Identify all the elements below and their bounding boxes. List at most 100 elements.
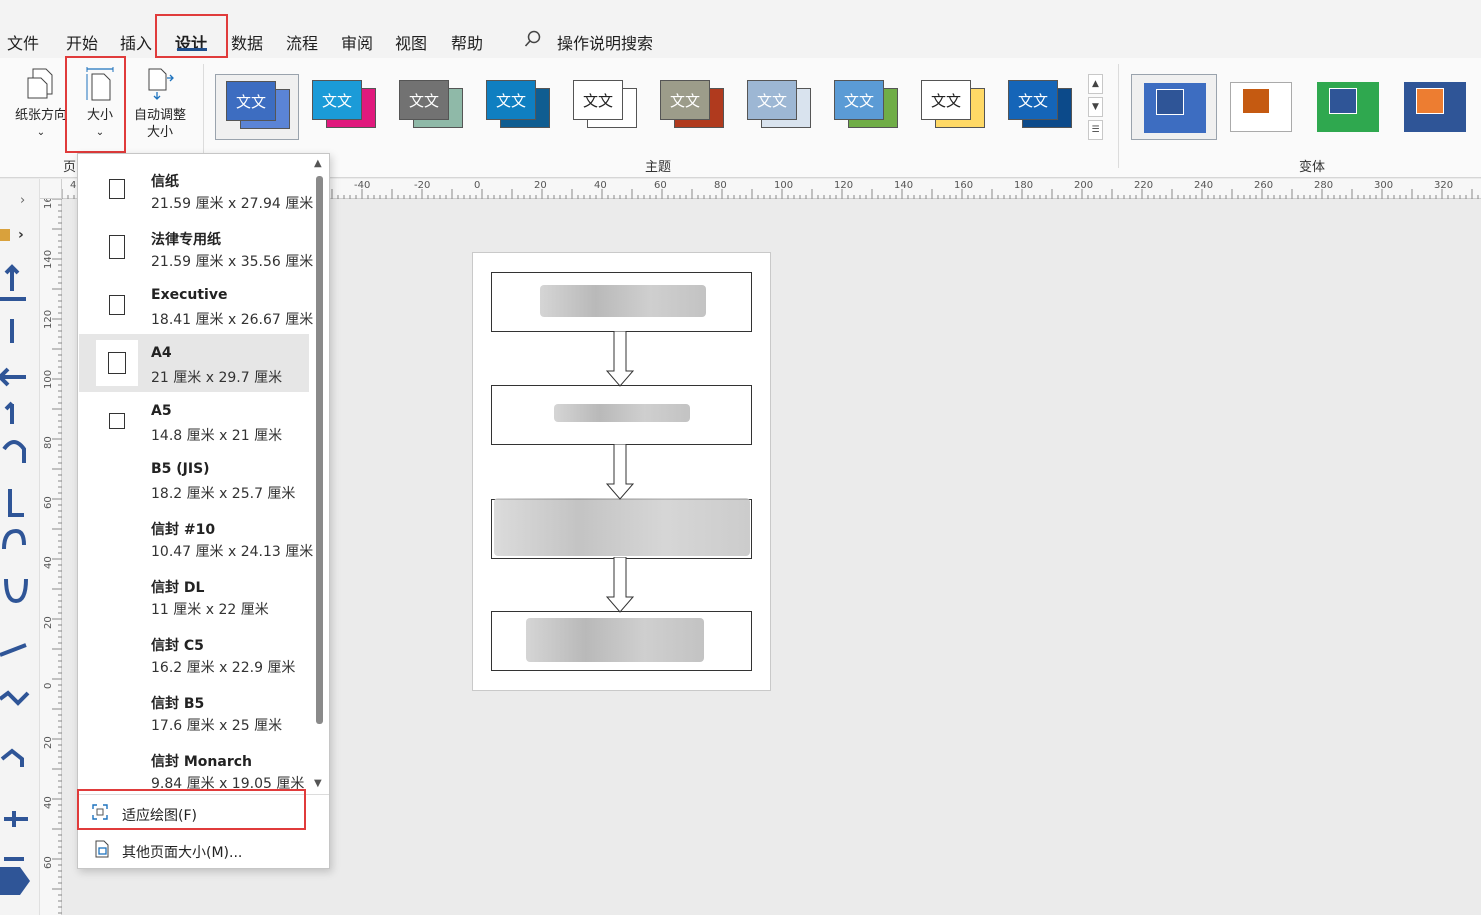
tab-view[interactable]: 视图 bbox=[395, 30, 427, 54]
flow-arrow-icon bbox=[605, 331, 635, 387]
variant-tile[interactable] bbox=[1305, 74, 1391, 140]
tab-review[interactable]: 审阅 bbox=[341, 30, 373, 54]
shapes-panel: › › bbox=[0, 179, 40, 915]
page-size-name: 法律专用纸 bbox=[151, 232, 221, 248]
stencil-icon bbox=[0, 229, 10, 241]
page-size-item[interactable]: 信封 B5 17.6 厘米 x 25 厘米 bbox=[79, 682, 309, 740]
variant-tile[interactable] bbox=[1218, 74, 1304, 140]
connector-shapes-icon[interactable] bbox=[0, 259, 32, 899]
highlight-box-design-tab bbox=[155, 14, 228, 58]
gallery-scroll-down-icon[interactable]: ▼ bbox=[1088, 97, 1103, 117]
variant-accent-swatch bbox=[1156, 89, 1184, 115]
theme-tile[interactable]: 文文 bbox=[650, 74, 734, 140]
theme-preview-text: 文文 bbox=[747, 80, 797, 120]
flowchart-box[interactable] bbox=[491, 498, 752, 559]
autosize-label-2: 大小 bbox=[146, 125, 173, 140]
theme-preview-text: 文文 bbox=[226, 81, 276, 121]
page-size-item[interactable]: 信封 C5 16.2 厘米 x 22.9 厘米 bbox=[79, 624, 309, 682]
search-icon[interactable] bbox=[524, 30, 542, 52]
highlight-box-size-button bbox=[65, 56, 126, 153]
theme-tile[interactable]: 文文 bbox=[476, 74, 560, 140]
page-size-item[interactable]: 信纸 21.59 厘米 x 27.94 厘米 bbox=[79, 160, 313, 218]
vertical-ruler: 160 140 120 100 80 60 40 20 0 20 40 60 bbox=[40, 179, 62, 915]
theme-preview-text: 文文 bbox=[660, 80, 710, 120]
variant-accent-swatch bbox=[1242, 88, 1270, 114]
chevron-right-icon[interactable]: › bbox=[18, 227, 24, 243]
page-size-dimensions: 10.47 厘米 x 24.13 厘米 bbox=[151, 544, 314, 560]
themes-group-label: 主题 bbox=[645, 160, 672, 175]
page-size-item[interactable]: 信封 DL 11 厘米 x 22 厘米 bbox=[79, 566, 309, 624]
page-size-name: 信封 #10 bbox=[151, 522, 216, 538]
gallery-more-icon[interactable]: ☰ bbox=[1088, 120, 1103, 140]
page-size-dimensions: 21 厘米 x 29.7 厘米 bbox=[151, 370, 283, 386]
page-setup-icon bbox=[95, 840, 109, 858]
scroll-down-icon[interactable]: ▼ bbox=[314, 778, 322, 789]
autosize-button[interactable]: 自动调整 大小 bbox=[130, 66, 190, 141]
page-size-item[interactable]: Executive 18.41 厘米 x 26.67 厘米 bbox=[79, 276, 313, 334]
variant-tile[interactable] bbox=[1392, 74, 1478, 140]
ruler-ticks bbox=[52, 198, 62, 914]
page-size-thumbnail-icon bbox=[109, 235, 125, 259]
tab-file[interactable]: 文件 bbox=[7, 30, 39, 54]
page-size-name: 信封 B5 bbox=[151, 696, 205, 712]
theme-tile[interactable]: 文文 bbox=[215, 74, 299, 140]
page-size-name: 信封 Monarch bbox=[151, 754, 253, 770]
scroll-up-icon[interactable]: ▲ bbox=[314, 158, 322, 169]
theme-tile[interactable]: 文文 bbox=[911, 74, 995, 140]
theme-preview-text: 文文 bbox=[834, 80, 884, 120]
tab-data[interactable]: 数据 bbox=[231, 30, 263, 54]
theme-tile[interactable]: 文文 bbox=[563, 74, 647, 140]
dropdown-scroll-thumb[interactable] bbox=[316, 176, 323, 724]
blurred-text bbox=[540, 285, 706, 317]
tab-process[interactable]: 流程 bbox=[286, 30, 318, 54]
tab-home[interactable]: 开始 bbox=[66, 30, 98, 54]
theme-tile[interactable]: 文文 bbox=[998, 74, 1082, 140]
page-size-name: Executive bbox=[151, 287, 228, 303]
page-size-name: 信封 C5 bbox=[151, 638, 204, 654]
flowchart-box[interactable] bbox=[491, 272, 752, 332]
ruler-corner bbox=[40, 179, 62, 199]
page-size-name: 信封 DL bbox=[151, 580, 205, 596]
chevron-right-icon[interactable]: › bbox=[20, 193, 25, 208]
page-size-item[interactable]: 法律专用纸 21.59 厘米 x 35.56 厘米 bbox=[79, 218, 313, 276]
blurred-text bbox=[494, 498, 750, 556]
page-size-name: B5 (JIS) bbox=[151, 461, 210, 477]
page-size-item[interactable]: A4 21 厘米 x 29.7 厘米 bbox=[79, 334, 309, 392]
ribbon-separator bbox=[1118, 64, 1119, 168]
more-page-sizes-item[interactable]: 其他页面大小(M)... bbox=[78, 834, 306, 866]
highlight-box-fit-to-drawing bbox=[77, 789, 306, 830]
theme-tile[interactable]: 文文 bbox=[389, 74, 473, 140]
page-size-dimensions: 18.41 厘米 x 26.67 厘米 bbox=[151, 312, 314, 328]
page-size-name: A5 bbox=[151, 403, 172, 419]
blurred-text bbox=[554, 404, 690, 422]
autosize-icon bbox=[148, 68, 174, 100]
more-page-sizes-label: 其他页面大小(M)... bbox=[122, 845, 243, 861]
tab-insert[interactable]: 插入 bbox=[120, 30, 152, 54]
theme-tile[interactable]: 文文 bbox=[302, 74, 386, 140]
drawing-page[interactable] bbox=[472, 252, 771, 691]
gallery-scroll-up-icon[interactable]: ▲ bbox=[1088, 74, 1103, 94]
flowchart-box[interactable] bbox=[491, 611, 752, 671]
flowchart-box[interactable] bbox=[491, 385, 752, 445]
variant-tile[interactable] bbox=[1131, 74, 1217, 140]
page-size-item[interactable]: 信封 #10 10.47 厘米 x 24.13 厘米 bbox=[79, 508, 313, 566]
tab-help[interactable]: 帮助 bbox=[451, 30, 483, 54]
page-size-item[interactable]: B5 (JIS) 18.2 厘米 x 25.7 厘米 bbox=[79, 450, 309, 508]
page-size-dimensions: 21.59 厘米 x 35.56 厘米 bbox=[151, 254, 314, 270]
theme-tile[interactable]: 文文 bbox=[824, 74, 908, 140]
orientation-icon bbox=[27, 68, 53, 99]
autosize-label-1: 自动调整 bbox=[133, 108, 186, 123]
page-size-name: A4 bbox=[151, 345, 172, 361]
flow-arrow-icon bbox=[605, 444, 635, 500]
theme-preview-text: 文文 bbox=[921, 80, 971, 120]
page-size-item[interactable]: A5 14.8 厘米 x 21 厘米 bbox=[79, 392, 309, 450]
page-size-dimensions: 18.2 厘米 x 25.7 厘米 bbox=[151, 486, 296, 502]
page-size-dimensions: 21.59 厘米 x 27.94 厘米 bbox=[151, 196, 314, 212]
blurred-text bbox=[526, 618, 704, 662]
theme-tile[interactable]: 文文 bbox=[737, 74, 821, 140]
title-bar-strip bbox=[0, 0, 1481, 8]
page-setup-group-label: 页 bbox=[63, 160, 77, 175]
page-size-thumbnail-icon bbox=[108, 352, 126, 374]
page-size-dropdown: 信纸 21.59 厘米 x 27.94 厘米法律专用纸 21.59 厘米 x 35.… bbox=[77, 153, 330, 869]
search-input[interactable]: 操作说明搜索 bbox=[557, 30, 653, 54]
